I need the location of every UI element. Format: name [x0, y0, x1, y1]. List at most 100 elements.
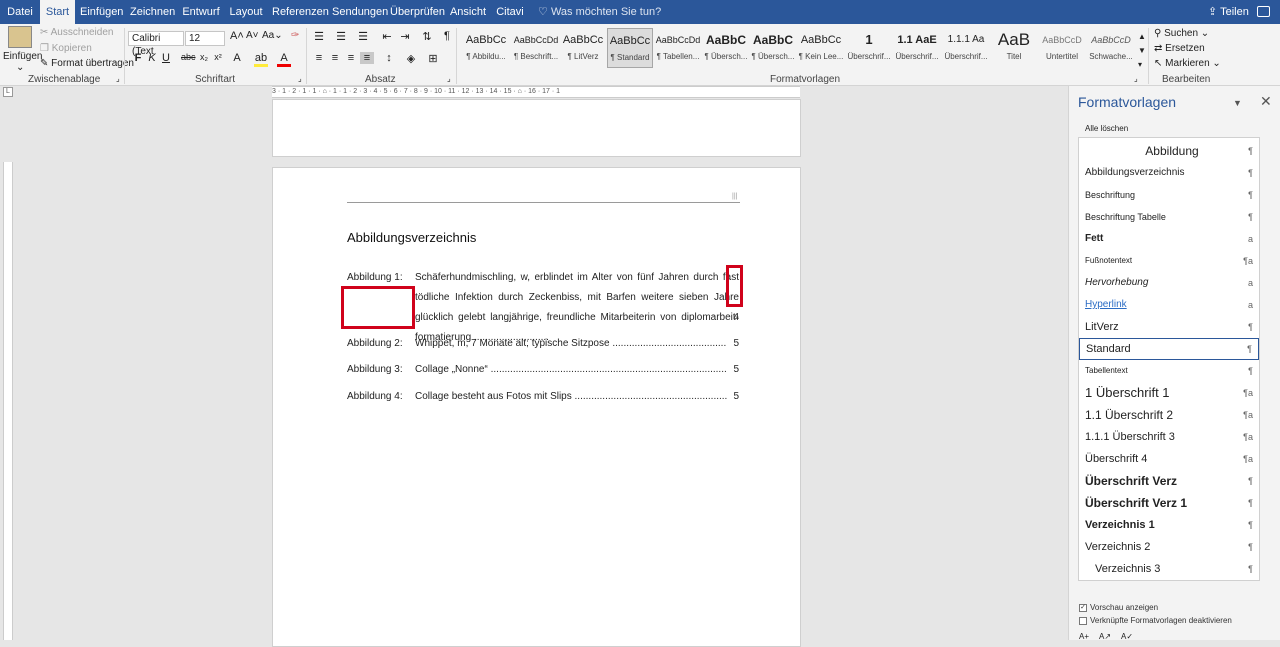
gallery-style-ueberschrift-1[interactable]: 1 Überschrif... — [846, 28, 892, 68]
shading-icon[interactable]: ◈ — [404, 52, 418, 65]
select-button[interactable]: ↖ Markieren ⌄ — [1154, 58, 1221, 69]
show-preview-checkbox[interactable]: ✓ Vorschau anzeigen — [1079, 603, 1158, 612]
tab-citavi[interactable]: Citavi — [494, 0, 526, 24]
clipboard-launcher-icon[interactable]: ⌟ — [116, 74, 120, 83]
gallery-style-beschriftung[interactable]: AaBbCcDd ¶ Beschrift... — [512, 28, 560, 68]
clear-all-styles[interactable]: Alle löschen — [1085, 124, 1128, 133]
document-heading[interactable]: Abbildungsverzeichnis — [347, 230, 476, 245]
cut-button[interactable]: ✂ Ausschneiden — [40, 27, 113, 38]
tab-entwurf[interactable]: Entwurf — [182, 0, 220, 24]
text-effects-icon[interactable]: A — [230, 52, 244, 64]
strikethrough-button[interactable]: abc — [181, 52, 196, 62]
style-item-verzeichnis-1[interactable]: Verzeichnis 1 ¶ — [1079, 514, 1259, 536]
bullets-icon[interactable]: ☰ — [312, 30, 326, 43]
style-item-ueberschrift-1[interactable]: 1 Überschrift 1 ¶a — [1079, 382, 1259, 404]
align-left-icon[interactable]: ≡ — [312, 52, 326, 64]
horizontal-ruler[interactable]: 3 · 1 · 2 · 1 · 1 · ⌂ · 1 · 1 · 2 · 3 · … — [272, 86, 800, 98]
tab-datei[interactable]: Datei — [4, 0, 36, 24]
paragraph-launcher-icon[interactable]: ⌟ — [447, 74, 451, 83]
comments-icon[interactable] — [1257, 6, 1270, 17]
gallery-style-titel[interactable]: AaB Titel — [991, 28, 1037, 68]
tab-start[interactable]: Start — [40, 0, 75, 24]
style-item-verzeichnis-2[interactable]: Verzeichnis 2 ¶ — [1079, 536, 1259, 558]
subscript-button[interactable]: x₂ — [197, 52, 211, 62]
tab-layout[interactable]: Layout — [228, 0, 264, 24]
tab-ansicht[interactable]: Ansicht — [448, 0, 488, 24]
styles-launcher-icon[interactable]: ⌟ — [1134, 74, 1138, 83]
highlight-color-icon[interactable]: ab — [254, 52, 268, 67]
numbering-icon[interactable]: ☰ — [334, 30, 348, 43]
style-item-tabellentext[interactable]: Tabellentext ¶ — [1079, 360, 1259, 382]
multilevel-list-icon[interactable]: ☰ — [356, 30, 370, 43]
clear-formatting-icon[interactable]: ✑ — [291, 30, 299, 41]
document-page-previous[interactable] — [272, 99, 801, 157]
gallery-style-ueberschrift-a[interactable]: AaBbC ¶ Übersch... — [703, 28, 749, 68]
style-item-abbildungsverzeichnis[interactable]: Abbildungsverzeichnis ¶ — [1079, 162, 1259, 184]
disable-linked-styles-checkbox[interactable]: Verknüpfte Formatvorlagen deaktivieren — [1079, 616, 1232, 625]
bold-button[interactable]: F — [131, 52, 145, 64]
sort-icon[interactable]: ⇅ — [420, 30, 434, 43]
gallery-style-standard[interactable]: AaBbCc ¶ Standard — [607, 28, 653, 68]
superscript-button[interactable]: x² — [211, 52, 225, 62]
gallery-style-ueberschrift-3[interactable]: 1.1.1 Aa Überschrif... — [942, 28, 990, 68]
tell-me-search[interactable]: ♡ Was möchten Sie tun? — [538, 0, 661, 24]
font-color-icon[interactable]: A — [277, 52, 291, 67]
tab-referenzen[interactable]: Referenzen — [272, 0, 329, 24]
align-center-icon[interactable]: ≡ — [328, 52, 342, 64]
justify-icon[interactable]: ≡ — [360, 52, 374, 64]
find-button[interactable]: ⚲ Suchen ⌄ — [1154, 28, 1209, 39]
style-item-fett[interactable]: Fett a — [1079, 228, 1259, 250]
tab-selector[interactable]: L — [3, 87, 13, 97]
italic-button[interactable]: K — [145, 52, 159, 64]
gallery-style-schwache-hervorhebung[interactable]: AaBbCcD Schwache... — [1087, 28, 1135, 68]
style-item-ueberschrift-verz[interactable]: Überschrift Verz ¶ — [1079, 470, 1259, 492]
decrease-indent-icon[interactable]: ⇤ — [380, 30, 394, 43]
gallery-style-untertitel[interactable]: AaBbCcD Untertitel — [1038, 28, 1086, 68]
gallery-scroll-down-icon[interactable]: ▼ — [1138, 46, 1146, 55]
align-right-icon[interactable]: ≡ — [344, 52, 358, 64]
gallery-scroll-up-icon[interactable]: ▲ — [1138, 32, 1146, 41]
tab-einfuegen[interactable]: Einfügen — [80, 0, 123, 24]
tab-zeichnen[interactable]: Zeichnen — [130, 0, 175, 24]
copy-button[interactable]: ❐ Kopieren — [40, 43, 92, 54]
pane-options-dropdown-icon[interactable]: ▼ — [1233, 98, 1242, 108]
tab-sendungen[interactable]: Sendungen — [332, 0, 388, 24]
document-page[interactable]: ||| Abbildungsverzeichnis Abbildung 1: S… — [272, 167, 801, 647]
style-item-standard[interactable]: Standard ¶ — [1079, 338, 1259, 360]
style-item-fussnotentext[interactable]: Fußnotentext ¶a — [1079, 250, 1259, 272]
style-item-ueberschrift-verz-1[interactable]: Überschrift Verz 1 ¶ — [1079, 492, 1259, 514]
font-name-combo[interactable]: Calibri (Text — [128, 31, 184, 57]
style-item-beschriftung-tabelle[interactable]: Beschriftung Tabelle ¶ — [1079, 206, 1259, 228]
style-item-verzeichnis-3[interactable]: Verzeichnis 3 ¶ — [1079, 558, 1259, 580]
shrink-font-button[interactable]: A˅ — [246, 30, 259, 41]
gallery-style-litverz[interactable]: AaBbCc ¶ LitVerz — [560, 28, 606, 68]
gallery-style-tabellen[interactable]: AaBbCcDd ¶ Tabellen... — [654, 28, 702, 68]
gallery-style-ueberschrift-2[interactable]: 1.1 AaE Überschrif... — [893, 28, 941, 68]
show-formatting-marks-icon[interactable]: ¶ — [440, 30, 454, 42]
style-item-ueberschrift-4[interactable]: Überschrift 4 ¶a — [1079, 448, 1259, 470]
font-size-combo[interactable]: 12 — [185, 31, 225, 46]
increase-indent-icon[interactable]: ⇥ — [398, 30, 412, 43]
style-item-hyperlink[interactable]: Hyperlink a — [1079, 294, 1259, 316]
format-painter-button[interactable]: ✎ Format übertragen — [40, 58, 134, 69]
replace-button[interactable]: ⇄ Ersetzen — [1154, 43, 1205, 54]
font-launcher-icon[interactable]: ⌟ — [298, 74, 302, 83]
close-icon[interactable]: ✕ — [1260, 93, 1272, 110]
borders-icon[interactable]: ⊞ — [426, 52, 440, 65]
tab-ueberpruefen[interactable]: Überprüfen — [390, 0, 445, 24]
gallery-more-icon[interactable]: ▾ — [1138, 60, 1142, 69]
paste-dropdown-icon[interactable]: ⌄ — [16, 62, 24, 73]
share-button[interactable]: ⇪ Teilen — [1208, 0, 1249, 24]
style-item-litverz[interactable]: LitVerz ¶ — [1079, 316, 1259, 338]
gallery-style-kein-leerraum[interactable]: AaBbCc ¶ Kein Lee... — [797, 28, 845, 68]
style-item-ueberschrift-3[interactable]: 1.1.1 Überschrift 3 ¶a — [1079, 426, 1259, 448]
style-item-abbildung[interactable]: Abbildung ¶ — [1079, 140, 1259, 162]
style-item-beschriftung[interactable]: Beschriftung ¶ — [1079, 184, 1259, 206]
grow-font-button[interactable]: A˄ — [230, 30, 244, 42]
vertical-ruler[interactable] — [3, 162, 13, 640]
gallery-style-abbildung[interactable]: AaBbCc ¶ Abbildu... — [462, 28, 510, 68]
change-case-button[interactable]: Aa⌄ — [262, 30, 283, 41]
style-item-hervorhebung[interactable]: Hervorhebung a — [1079, 272, 1259, 294]
style-item-ueberschrift-2[interactable]: 1.1 Überschrift 2 ¶a — [1079, 404, 1259, 426]
underline-button[interactable]: U — [159, 52, 173, 64]
